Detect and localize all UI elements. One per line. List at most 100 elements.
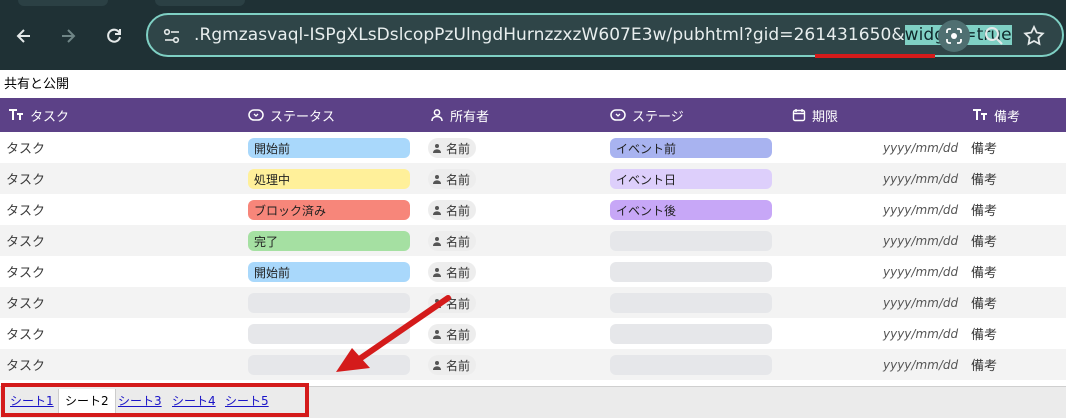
table-header-row: タスク ステータス 所有者 ステージ 期限 備考 — [0, 98, 1066, 132]
task-cell[interactable]: タスク — [6, 194, 45, 225]
browser-toolbar: .Rgmzasvaql-ISPgXLsDslcopPzUlngdHurnzzxz… — [0, 0, 1066, 70]
table-row: タスク 名前 yyyy/mm/dd 備考 — [0, 318, 1066, 349]
owner-name: 名前 — [446, 234, 471, 249]
status-chip[interactable]: 開始前 — [248, 138, 410, 158]
header-notes: 備考 — [972, 98, 1020, 132]
status-chip[interactable]: 処理中 — [248, 169, 410, 189]
person-icon — [433, 175, 441, 184]
status-chip[interactable]: 完了 — [248, 231, 410, 251]
browser-tab[interactable] — [155, 0, 245, 6]
task-cell[interactable]: タスク — [6, 318, 45, 349]
notes-cell[interactable]: 備考 — [971, 163, 997, 194]
stage-chip[interactable] — [610, 231, 772, 251]
page-title: 共有と公開 — [4, 77, 70, 92]
lens-button[interactable] — [938, 20, 970, 52]
owner-name: 名前 — [446, 203, 471, 218]
table-body: タスク 開始前 名前 イベント前 yyyy/mm/dd 備考 タスク 処理中 名前 イベント日 yy… — [0, 132, 1066, 380]
highlight-underline — [815, 54, 935, 58]
deadline-cell[interactable]: yyyy/mm/dd — [883, 349, 958, 380]
table-row: タスク 完了 名前 yyyy/mm/dd 備考 — [0, 225, 1066, 256]
bookmark-button[interactable] — [1022, 24, 1046, 48]
owner-chip[interactable]: 名前 — [428, 169, 477, 189]
stage-chip[interactable] — [610, 355, 772, 375]
header-stage: ステージ — [610, 98, 684, 132]
annotation-arrow — [336, 295, 451, 372]
deadline-cell[interactable]: yyyy/mm/dd — [883, 132, 958, 163]
header-owner: 所有者 — [430, 98, 489, 132]
task-cell[interactable]: タスク — [6, 225, 45, 256]
annotation-box — [1, 383, 309, 417]
person-icon — [433, 144, 441, 153]
star-icon — [1023, 24, 1045, 46]
text-type-icon — [9, 109, 23, 120]
task-cell[interactable]: タスク — [6, 163, 45, 194]
browser-tab[interactable] — [18, 0, 108, 6]
stage-chip[interactable] — [610, 324, 772, 344]
notes-cell[interactable]: 備考 — [971, 349, 997, 380]
text-type-icon — [973, 109, 987, 120]
notes-cell[interactable]: 備考 — [971, 194, 997, 225]
owner-chip[interactable]: 名前 — [428, 138, 477, 158]
deadline-cell[interactable]: yyyy/mm/dd — [883, 194, 958, 225]
status-chip[interactable]: 開始前 — [248, 262, 410, 282]
table-row: タスク 開始前 名前 イベント前 yyyy/mm/dd 備考 — [0, 132, 1066, 163]
zoom-button[interactable] — [982, 24, 1006, 48]
deadline-cell[interactable]: yyyy/mm/dd — [883, 225, 958, 256]
notes-cell[interactable]: 備考 — [971, 225, 997, 256]
deadline-cell[interactable]: yyyy/mm/dd — [883, 318, 958, 349]
calendar-icon — [792, 109, 806, 122]
task-cell[interactable]: タスク — [6, 256, 45, 287]
reload-icon — [107, 28, 121, 43]
table-row: タスク ブロック済み 名前 イベント後 yyyy/mm/dd 備考 — [0, 194, 1066, 225]
notes-cell[interactable]: 備考 — [971, 132, 997, 163]
header-status: ステータス — [248, 98, 335, 132]
notes-cell[interactable]: 備考 — [971, 256, 997, 287]
deadline-cell[interactable]: yyyy/mm/dd — [883, 287, 958, 318]
site-settings-icon[interactable] — [162, 26, 182, 46]
forward-button[interactable] — [56, 24, 80, 48]
table-row: タスク 名前 yyyy/mm/dd 備考 — [0, 349, 1066, 380]
header-deadline-label: 期限 — [812, 109, 839, 125]
owner-name: 名前 — [446, 265, 471, 280]
google-lens-icon — [946, 28, 962, 44]
reload-button[interactable] — [102, 24, 126, 48]
notes-cell[interactable]: 備考 — [971, 287, 997, 318]
magnifier-icon — [985, 27, 1003, 45]
owner-chip[interactable]: 名前 — [428, 200, 477, 220]
dropdown-chip-icon — [248, 109, 264, 121]
dropdown-chip-icon — [610, 109, 626, 121]
task-cell[interactable]: タスク — [6, 287, 45, 318]
owner-chip[interactable]: 名前 — [428, 262, 477, 282]
deadline-cell[interactable]: yyyy/mm/dd — [883, 163, 958, 194]
task-cell[interactable]: タスク — [6, 349, 45, 380]
deadline-cell[interactable]: yyyy/mm/dd — [883, 256, 958, 287]
stage-chip[interactable]: イベント前 — [610, 138, 772, 158]
address-bar[interactable]: .Rgmzasvaql-ISPgXLsDslcopPzUlngdHurnzzxz… — [146, 13, 1064, 57]
arrow-left-icon — [16, 29, 30, 43]
spreadsheet-table: タスク ステータス 所有者 ステージ 期限 備考 タスク 開始前 名前 イベント前 yy… — [0, 98, 1066, 380]
owner-chip[interactable]: 名前 — [428, 231, 477, 251]
status-chip[interactable]: ブロック済み — [248, 200, 410, 220]
arrow-right-icon — [62, 29, 76, 43]
notes-cell[interactable]: 備考 — [971, 318, 997, 349]
person-icon — [433, 237, 441, 246]
header-deadline: 期限 — [792, 98, 838, 132]
back-button[interactable] — [12, 24, 36, 48]
header-task-label: タスク — [30, 109, 70, 125]
person-icon — [433, 206, 441, 215]
table-row: タスク 処理中 名前 イベント日 yyyy/mm/dd 備考 — [0, 163, 1066, 194]
owner-name: 名前 — [446, 141, 471, 156]
stage-chip[interactable]: イベント日 — [610, 169, 772, 189]
task-cell[interactable]: タスク — [6, 132, 45, 163]
stage-chip[interactable] — [610, 293, 772, 313]
header-status-label: ステータス — [270, 109, 336, 125]
stage-chip[interactable] — [610, 262, 772, 282]
stage-chip[interactable]: イベント後 — [610, 200, 772, 220]
table-row: タスク 開始前 名前 yyyy/mm/dd 備考 — [0, 256, 1066, 287]
header-stage-label: ステージ — [632, 109, 684, 125]
table-row: タスク 名前 yyyy/mm/dd 備考 — [0, 287, 1066, 318]
header-task: タスク — [8, 98, 69, 132]
url-text: .Rgmzasvaql-ISPgXLsDslcopPzUlngdHurnzzxz… — [194, 25, 1012, 45]
header-owner-label: 所有者 — [450, 109, 490, 125]
owner-name: 名前 — [446, 172, 471, 187]
